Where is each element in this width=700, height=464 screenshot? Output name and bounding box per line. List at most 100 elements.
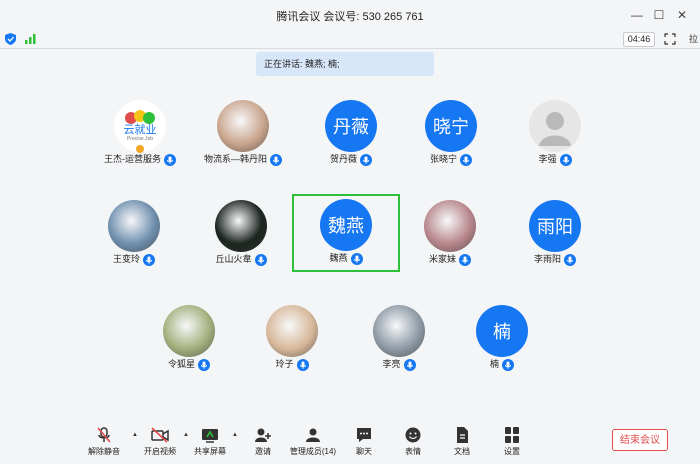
avatar (217, 100, 269, 152)
mic-icon (296, 358, 309, 371)
participant-tile[interactable]: 丘山火韋 (189, 195, 293, 269)
share-screen-icon (202, 429, 218, 443)
participant-name-text: 魏燕 (329, 253, 348, 263)
mic-icon (143, 253, 155, 266)
participant-name-text: 楠 (489, 359, 499, 369)
logo-subtext: Precise Job (126, 136, 154, 142)
invite-button[interactable]: 邀请 (241, 426, 285, 457)
end-meeting-button[interactable]: 结束会议 (612, 429, 668, 451)
share-screen-button[interactable]: 共享屏幕 (188, 426, 232, 457)
manage-members-label: 管理成员(14) (289, 447, 337, 456)
mic-icon (254, 253, 267, 266)
chat-icon (357, 428, 371, 442)
docs-label: 文档 (454, 447, 470, 456)
participant-name: 魏燕 (294, 251, 398, 265)
participant-name-text: 丘山火韋 (215, 254, 252, 264)
title-bar: 腾讯会议 会议号: 530 265 761 — ☐ ✕ (0, 0, 700, 30)
smiley-icon (405, 427, 421, 443)
participant-tile[interactable]: 李强 (503, 95, 607, 169)
participant-tile[interactable]: 楠楠 (450, 300, 554, 374)
avatar (529, 100, 581, 152)
participant-name: 李雨阳 (503, 252, 607, 266)
manage-members-button[interactable]: 管理成员(14) (284, 426, 342, 457)
shield-icon[interactable] (5, 33, 16, 45)
meeting-timer: 04:46 (623, 32, 655, 47)
participant-name: 物流系—韩丹阳 (191, 152, 295, 166)
meeting-toolbar: 解除静音 ▲ 开启视频 ▲ 共享屏幕 ▲ 邀请 管理成员(14) 聊天 表情 文… (0, 418, 700, 464)
participant-name: 玲子 (240, 357, 344, 371)
participant-name-text: 令狐星 (167, 359, 195, 369)
participant-name-text: 王杰-运营服务 (104, 154, 161, 164)
participant-name-text: 张晓宁 (429, 154, 457, 164)
avatar: 晓宁 (425, 100, 477, 152)
document-icon (457, 427, 468, 443)
clipped-text: 拉 (689, 34, 699, 44)
participant-tile[interactable]: 晓宁张晓宁 (399, 95, 503, 169)
video-label: 开启视频 (144, 447, 176, 456)
video-button[interactable]: 开启视频 (138, 426, 182, 457)
chat-button[interactable]: 聊天 (342, 426, 386, 457)
participant-tile[interactable]: 米家妹 (398, 195, 502, 269)
participant-tile[interactable]: 玲子 (240, 300, 344, 374)
avatar (215, 200, 267, 252)
mic-icon (270, 153, 282, 166)
settings-button[interactable]: 设置 (490, 426, 534, 457)
participant-tile[interactable]: 王变玲 (82, 195, 186, 269)
mic-icon (460, 153, 472, 166)
participant-tile[interactable]: 云就业 Precise Job 王杰-运营服务 (88, 95, 192, 169)
participant-name-text: 王变玲 (112, 254, 140, 264)
avatar (163, 305, 215, 357)
avatar: 魏燕 (320, 199, 372, 251)
participant-name-text: 贺丹薇 (329, 154, 357, 164)
mic-icon (198, 358, 210, 371)
speaking-indicator: 正在讲话: 魏燕; 楠; (256, 52, 434, 76)
maximize-icon[interactable]: ☐ (650, 6, 668, 24)
participant-name-text: 物流系—韩丹阳 (203, 154, 267, 164)
settings-grid-icon (505, 427, 519, 443)
avatar: 丹薇 (325, 100, 377, 152)
share-options-icon[interactable]: ▲ (232, 432, 238, 438)
participant-tile[interactable]: 令狐星 (137, 300, 241, 374)
mic-muted-icon (97, 427, 111, 443)
signal-icon[interactable] (25, 34, 37, 44)
participant-name: 王变玲 (82, 252, 186, 266)
participant-name: 王杰-运营服务 (88, 152, 192, 166)
window-title: 腾讯会议 会议号: 530 265 761 (276, 11, 424, 23)
participant-tile[interactable]: 物流系—韩丹阳 (191, 95, 295, 169)
share-label: 共享屏幕 (194, 447, 226, 456)
avatar (266, 305, 318, 357)
docs-button[interactable]: 文档 (440, 426, 484, 457)
minimize-icon[interactable]: — (628, 6, 646, 24)
mic-icon (164, 153, 176, 166)
avatar (108, 200, 160, 252)
mic-icon (350, 252, 363, 265)
participant-name: 米家妹 (398, 252, 502, 266)
mic-icon (502, 358, 514, 371)
mic-icon (459, 253, 471, 266)
avatar: 雨阳 (529, 200, 581, 252)
reaction-button[interactable]: 表情 (391, 426, 435, 457)
camera-off-icon (151, 427, 169, 443)
add-user-icon (255, 428, 271, 442)
logo-text: 云就业 (123, 124, 157, 136)
members-icon (306, 428, 320, 442)
avatar: 楠 (476, 305, 528, 357)
mic-icon (403, 358, 416, 371)
mic-icon (564, 253, 576, 266)
default-user-icon (539, 112, 571, 146)
participant-name: 楠 (450, 357, 554, 371)
participant-name: 李强 (503, 152, 607, 166)
mic-icon (559, 153, 572, 166)
avatar (373, 305, 425, 357)
avatar (424, 200, 476, 252)
participant-tile[interactable]: 李亮 (347, 300, 451, 374)
participant-name: 令狐星 (137, 357, 241, 371)
participant-tile[interactable]: 丹薇贺丹薇 (299, 95, 403, 169)
close-icon[interactable]: ✕ (673, 6, 691, 24)
participant-tile[interactable]: 魏燕 魏燕 (292, 194, 400, 272)
participant-name: 李亮 (347, 357, 451, 371)
fullscreen-icon[interactable] (664, 33, 676, 45)
participant-tile[interactable]: 雨阳 李雨阳 (503, 195, 607, 269)
mute-label: 解除静音 (88, 447, 120, 456)
mute-button[interactable]: 解除静音 (82, 426, 126, 457)
